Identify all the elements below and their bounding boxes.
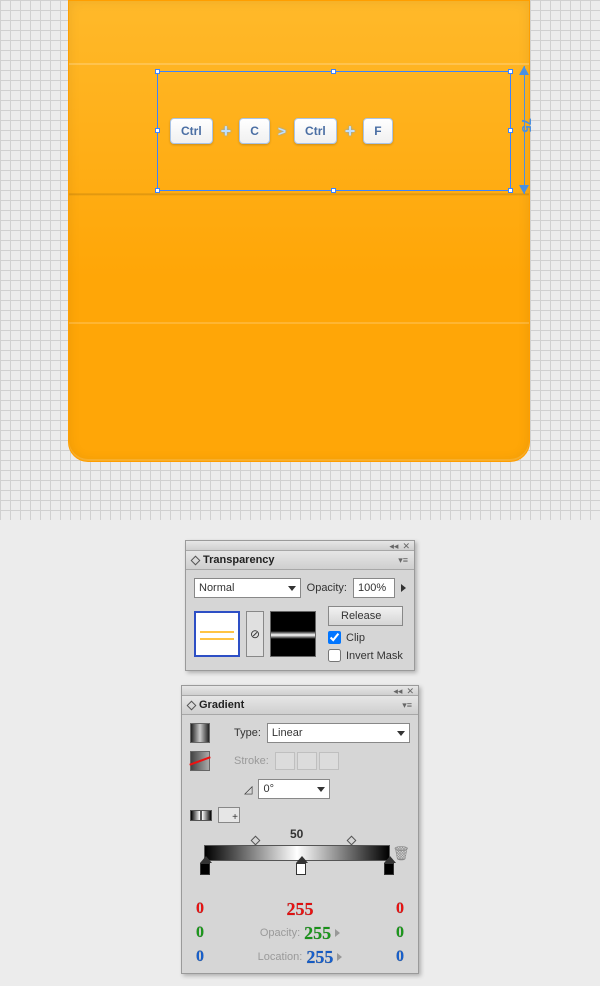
blend-mode-select[interactable]: Normal bbox=[194, 578, 301, 598]
clip-checkbox[interactable]: Clip bbox=[328, 631, 403, 644]
right-stop-g: 0 bbox=[396, 925, 404, 941]
right-stop-b: 0 bbox=[396, 949, 404, 965]
gradient-stop[interactable] bbox=[384, 863, 394, 875]
chevron-down-icon bbox=[317, 787, 325, 792]
mid-stop-b: 255 bbox=[306, 949, 333, 965]
chevron-right-icon: > bbox=[278, 123, 286, 139]
type-label: Type: bbox=[234, 727, 261, 739]
panel-menu-icon[interactable]: ▾≡ bbox=[398, 555, 408, 565]
selection-handle[interactable] bbox=[155, 188, 160, 193]
midpoint-handle[interactable] bbox=[251, 836, 261, 846]
clip-label: Clip bbox=[346, 632, 365, 644]
gradient-fill-swatch[interactable] bbox=[190, 723, 210, 743]
chevron-down-icon bbox=[288, 586, 296, 591]
stroke-label: Stroke: bbox=[234, 755, 269, 767]
reverse-gradient-icon[interactable] bbox=[190, 807, 212, 823]
opacity-label: Opacity: bbox=[307, 582, 347, 594]
key-f: F bbox=[363, 118, 392, 144]
gradient-stop[interactable] bbox=[200, 863, 210, 875]
transparency-panel: ◂◂ ✕ Transparency ▾≡ Normal Opacity: 100… bbox=[185, 540, 415, 671]
measure-guide: 75 bbox=[520, 66, 538, 194]
artwork-thumbnail[interactable] bbox=[194, 611, 240, 657]
angle-input[interactable]: 0° bbox=[258, 779, 330, 799]
gradient-stop[interactable] bbox=[296, 863, 306, 875]
stroke-option bbox=[319, 752, 339, 770]
key-ctrl-2: Ctrl bbox=[294, 118, 337, 144]
selection-handle[interactable] bbox=[508, 188, 513, 193]
angle-value: 0° bbox=[263, 783, 274, 795]
stroke-option bbox=[297, 752, 317, 770]
diamond-icon bbox=[187, 700, 197, 710]
mid-stop-g: 255 bbox=[304, 925, 331, 941]
trash-icon[interactable]: 🗑 bbox=[392, 845, 410, 862]
opacity-input[interactable]: 100% bbox=[353, 578, 395, 598]
stop-location-label: Location: bbox=[258, 951, 303, 963]
chevron-down-icon bbox=[397, 731, 405, 736]
left-stop-g: 0 bbox=[196, 925, 204, 941]
panel-title: Gradient bbox=[199, 699, 244, 711]
invert-mask-checkbox[interactable]: Invert Mask bbox=[328, 649, 403, 662]
arrow-down-icon bbox=[519, 185, 529, 194]
gradient-type-value: Linear bbox=[272, 727, 303, 739]
selection-handle[interactable] bbox=[155, 128, 160, 133]
arrow-up-icon bbox=[519, 66, 529, 75]
collapse-icon[interactable]: ◂◂ bbox=[389, 541, 398, 550]
artboard-canvas[interactable]: Ctrl + C > Ctrl + F 75 bbox=[0, 0, 600, 520]
right-stop-r: 0 bbox=[396, 901, 404, 917]
plus-icon: + bbox=[221, 121, 232, 142]
opacity-mask-thumbnail[interactable] bbox=[270, 611, 316, 657]
flyout-icon[interactable] bbox=[401, 584, 406, 592]
panel-title: Transparency bbox=[203, 554, 275, 566]
shortcut-hint: Ctrl + C > Ctrl + F bbox=[170, 118, 393, 144]
selection-handle[interactable] bbox=[508, 128, 513, 133]
opacity-value: 100% bbox=[358, 582, 386, 594]
stop-b-row: 0 Location: 255 0 bbox=[190, 949, 410, 965]
midpoint-label: 50 bbox=[290, 827, 303, 841]
left-stop-b: 0 bbox=[196, 949, 204, 965]
selection-handle[interactable] bbox=[331, 69, 336, 74]
stop-r-row: 0 255 0 bbox=[190, 901, 410, 917]
selection-handle[interactable] bbox=[155, 69, 160, 74]
close-icon[interactable]: ✕ bbox=[406, 686, 414, 695]
stroke-option bbox=[275, 752, 295, 770]
selection-handle[interactable] bbox=[508, 69, 513, 74]
selection-handle[interactable] bbox=[331, 188, 336, 193]
blend-mode-value: Normal bbox=[199, 582, 234, 594]
flyout-icon bbox=[337, 953, 342, 961]
gradient-panel: ◂◂ ✕ Gradient ▾≡ Type: Linear bbox=[181, 685, 419, 974]
gradient-stroke-swatch[interactable] bbox=[190, 751, 210, 771]
invert-label: Invert Mask bbox=[346, 650, 403, 662]
key-ctrl: Ctrl bbox=[170, 118, 213, 144]
stop-g-row: 0 Opacity: 255 0 bbox=[190, 925, 410, 941]
link-icon[interactable]: ⊘ bbox=[246, 611, 264, 657]
panel-menu-icon[interactable]: ▾≡ bbox=[402, 700, 412, 710]
collapse-icon[interactable]: ◂◂ bbox=[393, 686, 402, 695]
angle-icon: ◿ bbox=[244, 783, 252, 796]
key-c: C bbox=[239, 118, 270, 144]
add-stop-icon[interactable] bbox=[218, 807, 240, 823]
midpoint-handle[interactable] bbox=[347, 836, 357, 846]
stop-opacity-label: Opacity: bbox=[260, 927, 300, 939]
release-button[interactable]: Release bbox=[328, 606, 403, 626]
left-stop-r: 0 bbox=[196, 901, 204, 917]
gradient-type-select[interactable]: Linear bbox=[267, 723, 410, 743]
measure-value: 75 bbox=[519, 118, 534, 132]
close-icon[interactable]: ✕ bbox=[402, 541, 410, 550]
gradient-slider[interactable]: 50 🗑 bbox=[194, 833, 406, 893]
diamond-icon bbox=[191, 555, 201, 565]
flyout-icon bbox=[335, 929, 340, 937]
mid-stop-r: 255 bbox=[287, 901, 314, 917]
plus-icon: + bbox=[345, 121, 356, 142]
orange-card-shape[interactable] bbox=[68, 0, 530, 462]
